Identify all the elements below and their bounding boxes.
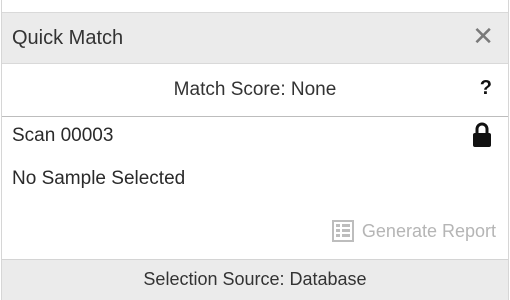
- lock-icon[interactable]: [472, 122, 492, 148]
- title-bar: Quick Match ✕: [2, 12, 508, 64]
- selection-source-text: Selection Source: Database: [143, 269, 367, 289]
- quick-match-panel: Quick Match ✕ Match Score: None ? Scan 0…: [1, 0, 509, 300]
- scan-name: Scan 00003: [12, 125, 114, 146]
- match-score-row: Match Score: None ?: [2, 64, 508, 117]
- close-icon[interactable]: ✕: [472, 23, 494, 49]
- help-icon[interactable]: ?: [480, 77, 492, 100]
- generate-report-label: Generate Report: [361, 220, 496, 241]
- report-icon: [331, 220, 354, 242]
- sample-status: No Sample Selected: [12, 168, 186, 189]
- panel-title: Quick Match: [12, 27, 124, 49]
- match-score-text: Match Score: None: [173, 79, 337, 100]
- generate-report-button[interactable]: Generate Report: [331, 220, 496, 242]
- footer-bar: Selection Source: Database: [2, 259, 508, 300]
